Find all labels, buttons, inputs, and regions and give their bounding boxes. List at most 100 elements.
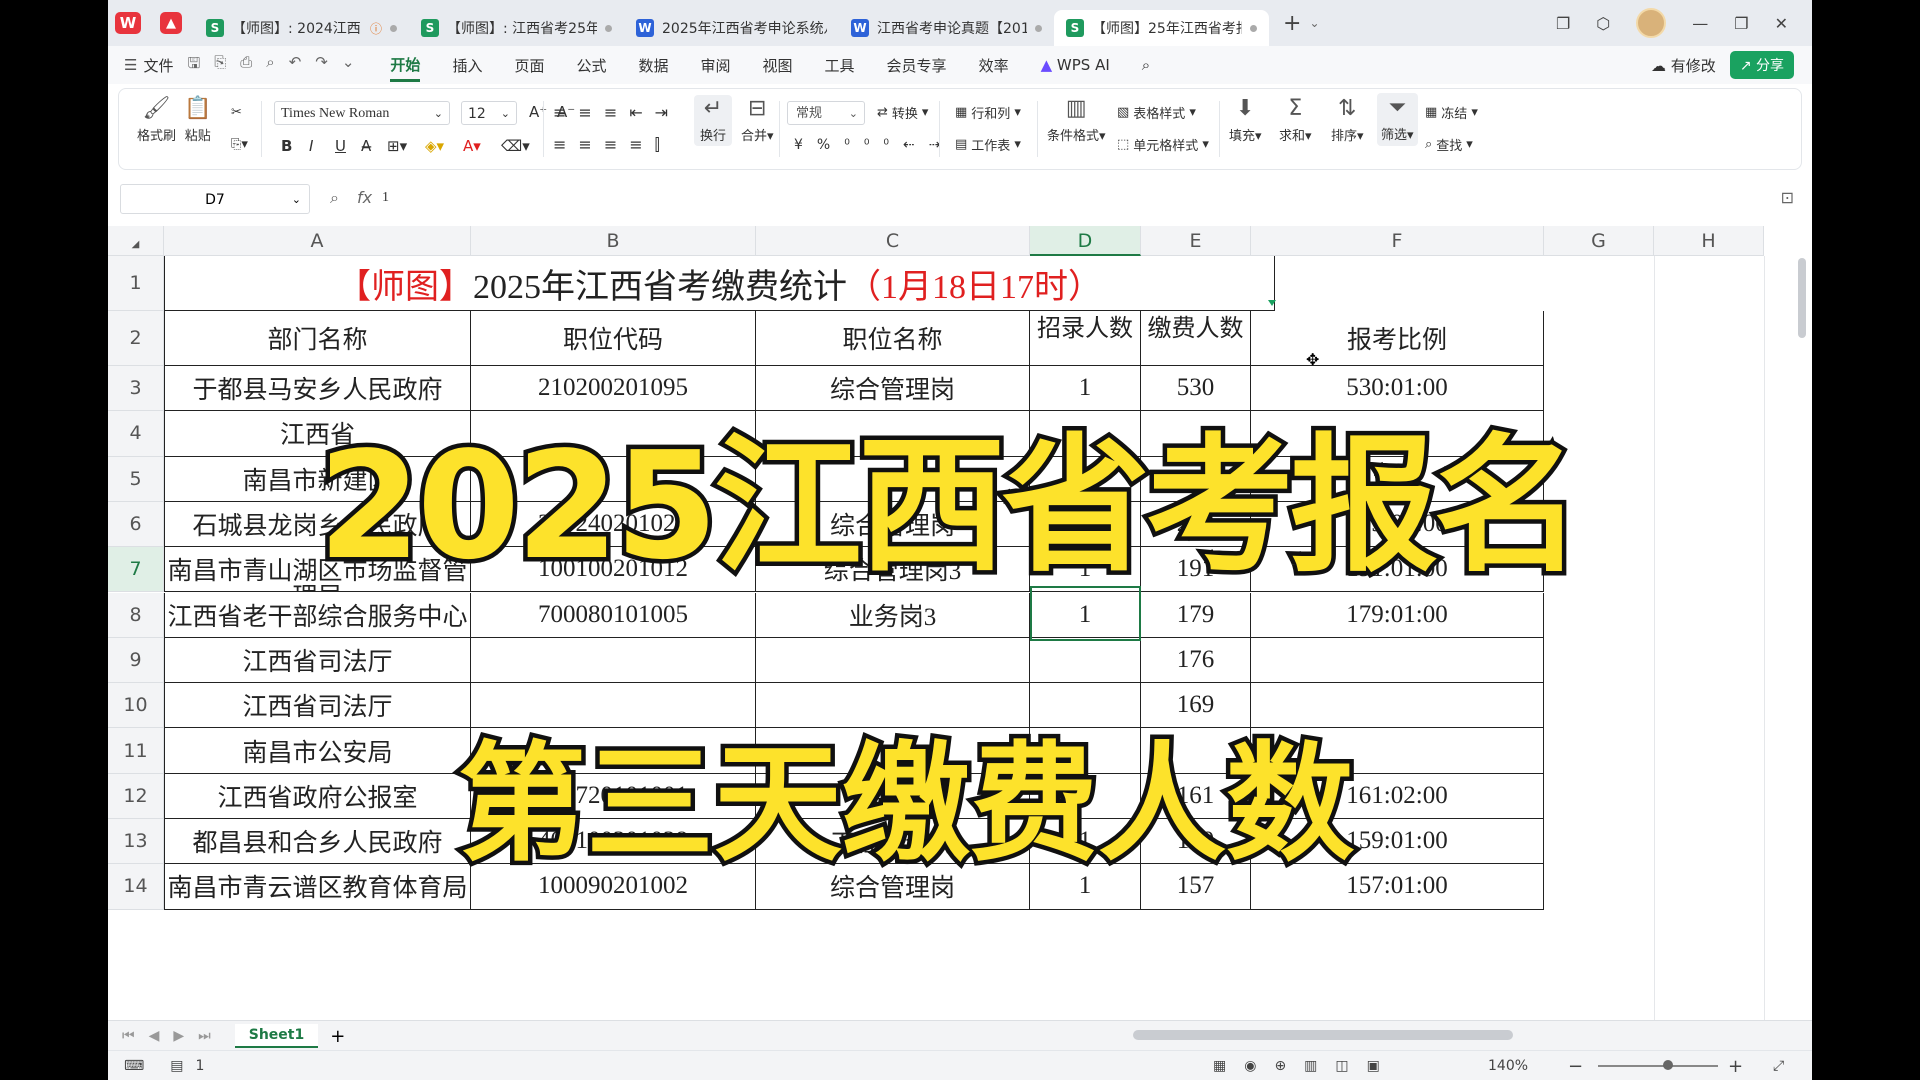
restore-icon[interactable]: ❐: [1734, 14, 1748, 33]
row-header[interactable]: 5: [108, 456, 164, 502]
menu-home[interactable]: 开始: [390, 54, 421, 82]
name-box[interactable]: D7 ⌄: [120, 184, 310, 214]
row-header[interactable]: 3: [108, 366, 164, 412]
column-header-a[interactable]: A: [164, 226, 471, 256]
convert-button[interactable]: ⇄ 转换 ▾: [877, 103, 928, 122]
cell-dept[interactable]: 南昌市公安局: [164, 728, 471, 774]
cell-dept[interactable]: 江西省政府公报室: [164, 773, 471, 819]
header-paid[interactable]: 缴费人数: [1141, 311, 1251, 366]
header-quota[interactable]: 招录人数: [1030, 311, 1141, 366]
zoom-out-button[interactable]: −: [1568, 1056, 1583, 1077]
expand-formula-icon[interactable]: ⊡: [1781, 188, 1794, 207]
fx-icon[interactable]: fx: [357, 188, 372, 208]
wps-logo[interactable]: W: [108, 0, 148, 46]
border-icon[interactable]: ⊞▾: [387, 137, 407, 155]
row-header[interactable]: 10: [108, 683, 164, 729]
conditional-format-button[interactable]: ▥ 条件格式▾: [1047, 97, 1106, 145]
minimize-icon[interactable]: —: [1692, 14, 1708, 33]
cell-dept[interactable]: 江西省司法厅: [164, 683, 471, 729]
font-name-select[interactable]: Times New Roman ⌄: [274, 101, 450, 125]
format-painter-button[interactable]: 🖌 格式刷: [137, 97, 176, 145]
print-icon[interactable]: ⎙: [240, 53, 252, 78]
row-header[interactable]: 8: [108, 592, 164, 638]
find-button[interactable]: ⌕ 查找 ▾: [1425, 135, 1473, 154]
tab-4[interactable]: W 江西省考申论真题【2016: [839, 10, 1054, 46]
cell-dept[interactable]: 都昌县和合乡人民政府: [164, 819, 471, 865]
cell-quota[interactable]: [1030, 637, 1141, 684]
zoom-level[interactable]: 140%: [1488, 1058, 1528, 1074]
tab-3[interactable]: W 2025年江西省考申论系统八讲: [624, 10, 839, 46]
export-icon[interactable]: ⎘: [214, 53, 226, 78]
column-header-e[interactable]: E: [1141, 226, 1251, 256]
header-position[interactable]: 职位名称: [756, 311, 1030, 366]
column-header-c[interactable]: C: [756, 226, 1030, 256]
cube-icon[interactable]: ⬡: [1596, 14, 1610, 33]
paste-button[interactable]: 📋 粘贴: [184, 97, 211, 145]
avatar[interactable]: [1636, 8, 1667, 38]
vertical-scrollbar[interactable]: [1798, 258, 1806, 338]
header-ratio[interactable]: 报考比例: [1251, 311, 1544, 366]
zoom-in-button[interactable]: +: [1728, 1056, 1743, 1077]
cell-position[interactable]: [756, 637, 1030, 684]
column-header-b[interactable]: B: [471, 226, 756, 256]
row-header[interactable]: 1: [108, 256, 164, 311]
clear-icon[interactable]: ⌫▾: [501, 137, 530, 155]
sort-button[interactable]: ⇅ 排序▾: [1331, 97, 1364, 145]
cut-icon[interactable]: ✂: [231, 105, 242, 120]
add-sheet-button[interactable]: +: [330, 1026, 345, 1047]
search-icon[interactable]: ⌕: [1142, 56, 1150, 74]
italic-icon[interactable]: I: [309, 137, 313, 155]
font-size-select[interactable]: 12 ⌄: [461, 101, 517, 125]
zoom-slider[interactable]: [1598, 1065, 1718, 1067]
zoom-icon[interactable]: ⌕: [330, 188, 339, 208]
worksheet-button[interactable]: ▤ 工作表 ▾: [955, 135, 1021, 154]
horizontal-align-icons[interactable]: ≡≡≡≡⫿: [553, 135, 672, 155]
wrap-text-button[interactable]: ↵ 换行: [694, 95, 733, 146]
formula-input[interactable]: 1: [382, 190, 389, 206]
strikethrough-icon[interactable]: A̶: [361, 137, 371, 155]
table-style-button[interactable]: ▧ 表格样式 ▾: [1117, 103, 1196, 122]
bold-icon[interactable]: B: [281, 137, 292, 155]
column-header-f[interactable]: F: [1251, 226, 1544, 256]
new-tab-button[interactable]: +: [1283, 11, 1301, 36]
copy-icon[interactable]: ⎘▾: [231, 137, 248, 152]
undo-icon[interactable]: ↶: [289, 53, 302, 78]
sheet-title-cell[interactable]: 【师图】 2025年江西省考缴费统计 （1月18日17时）: [164, 256, 1275, 311]
cell-style-button[interactable]: ⬚ 单元格样式 ▾: [1117, 135, 1209, 154]
row-header[interactable]: 9: [108, 637, 164, 684]
vertical-align-icons[interactable]: ≡≡≡⇤⇥: [553, 103, 680, 122]
increase-font-icon[interactable]: A⁺: [529, 103, 547, 121]
sheet-tab-sheet1[interactable]: Sheet1: [234, 1024, 319, 1048]
modified-status[interactable]: ☁ 有修改: [1651, 55, 1716, 76]
cell-code[interactable]: [471, 637, 756, 684]
preview-icon[interactable]: ⌕: [266, 53, 274, 78]
row-header[interactable]: 2: [108, 311, 164, 366]
close-icon[interactable]: ✕: [1775, 14, 1788, 33]
fill-color-icon[interactable]: ◈▾: [425, 137, 444, 155]
menu-page[interactable]: 页面: [514, 55, 544, 76]
fill-button[interactable]: ⬇ 填充▾: [1229, 97, 1262, 145]
chevron-down-icon[interactable]: ⌄: [1309, 16, 1319, 30]
tab-2[interactable]: S 【师图】: 江西省考25年: [409, 10, 624, 46]
row-header[interactable]: 14: [108, 864, 164, 910]
menu-member[interactable]: 会员专享: [887, 55, 947, 76]
menu-file[interactable]: 文件: [143, 55, 173, 76]
zoom-slider-handle[interactable]: [1663, 1060, 1673, 1070]
menu-insert[interactable]: 插入: [452, 55, 482, 76]
view-icons[interactable]: ▦◉⊕▥◫▣: [1213, 1058, 1398, 1074]
tab-1[interactable]: S 【师图】: 2024江西 ⓘ: [194, 10, 409, 46]
cell-dept[interactable]: 南昌市青云谱区教育体育局: [164, 864, 471, 910]
cell-ratio[interactable]: [1251, 637, 1544, 684]
menu-review[interactable]: 审阅: [701, 55, 731, 76]
redo-icon[interactable]: ↷: [315, 53, 328, 78]
macro-icon[interactable]: ⌨: [124, 1058, 144, 1074]
menu-data[interactable]: 数据: [638, 55, 668, 76]
row-header[interactable]: 7: [108, 547, 164, 593]
underline-icon[interactable]: U: [335, 137, 346, 155]
menu-view[interactable]: 视图: [763, 55, 793, 76]
fullscreen-icon[interactable]: ⤢: [1773, 1058, 1784, 1074]
cell-dept[interactable]: 江西省司法厅: [164, 637, 471, 684]
menu-formulas[interactable]: 公式: [576, 55, 606, 76]
header-code[interactable]: 职位代码: [471, 311, 756, 366]
share-button[interactable]: ↗ 分享: [1729, 51, 1794, 79]
